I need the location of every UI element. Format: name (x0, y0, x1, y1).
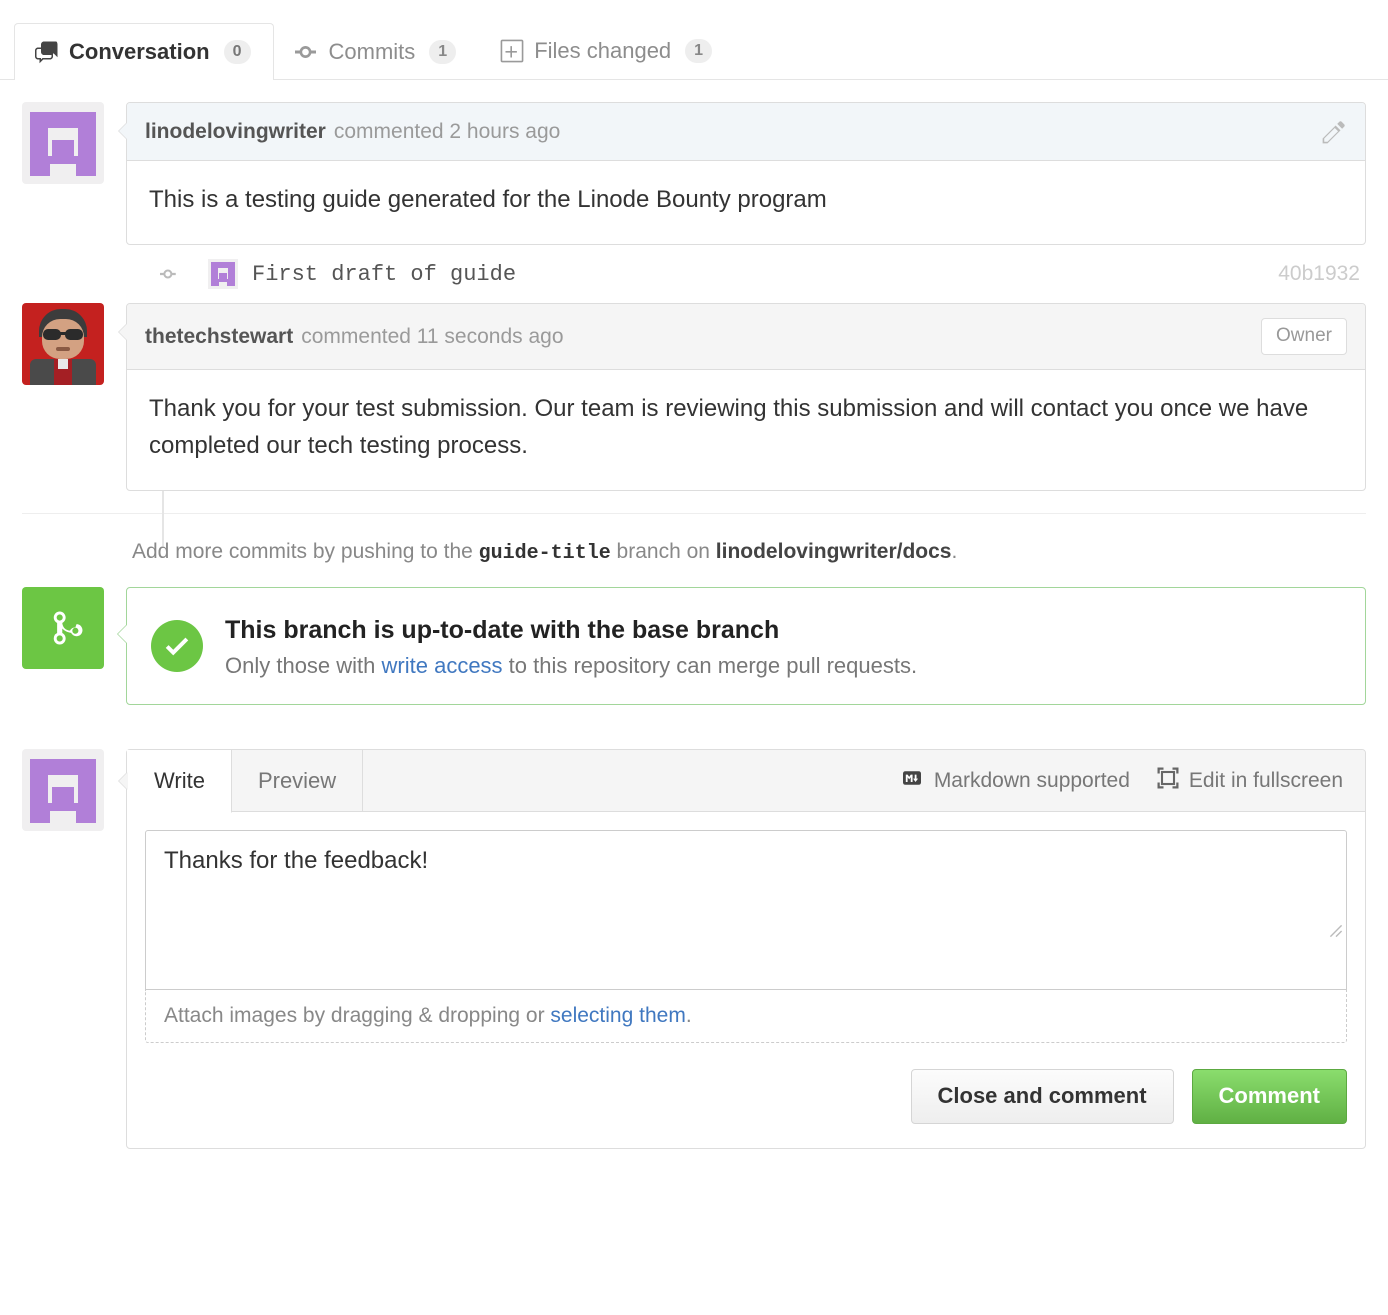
timeline-comment-2: thetechstewart commented 11 seconds ago … (22, 303, 1366, 491)
comment-form-tabs: Write Preview Markdown supported (127, 750, 1365, 812)
comment-body: Thank you for your test submission. Our … (127, 370, 1365, 490)
comment-card: linodelovingwriter commented 2 hours ago… (126, 102, 1366, 245)
comment-author[interactable]: linodelovingwriter (145, 120, 326, 144)
commit-sha[interactable]: 40b1932 (1278, 262, 1366, 286)
merge-status-title: This branch is up-to-date with the base … (225, 614, 917, 647)
tab-conversation-label: Conversation (69, 41, 210, 63)
avatar[interactable] (22, 303, 104, 385)
resize-grip-handle[interactable] (1329, 924, 1343, 938)
tab-write-label: Write (154, 768, 205, 794)
comment-discussion-icon (35, 40, 59, 64)
write-access-link[interactable]: write access (382, 653, 503, 678)
merge-status-box: This branch is up-to-date with the base … (126, 587, 1366, 705)
commit-author-avatar[interactable] (208, 259, 238, 289)
tab-write[interactable]: Write (127, 750, 232, 813)
edit-in-fullscreen-label: Edit in fullscreen (1189, 769, 1343, 793)
comment-input[interactable]: Thanks for the feedback! (145, 830, 1347, 990)
markdown-supported-link[interactable]: Markdown supported (899, 769, 1130, 793)
git-merge-icon (22, 587, 104, 669)
attach-images-hint: Attach images by dragging & dropping or … (145, 990, 1347, 1043)
tab-conversation[interactable]: Conversation 0 (14, 23, 274, 80)
pencil-icon[interactable] (1321, 119, 1347, 145)
comment-header: thetechstewart commented 11 seconds ago … (127, 304, 1365, 370)
comment-form-actions: Close and comment Comment (127, 1043, 1365, 1147)
comment-timestamp: commented 2 hours ago (334, 120, 560, 144)
pr-timeline: linodelovingwriter commented 2 hours ago… (0, 102, 1388, 1149)
merge-sub-suffix: to this repository can merge pull reques… (503, 653, 918, 678)
repo-name: linodelovingwriter/docs (716, 540, 952, 563)
comment-card: thetechstewart commented 11 seconds ago … (126, 303, 1366, 491)
timeline-comment-1: linodelovingwriter commented 2 hours ago… (22, 102, 1366, 245)
new-comment-form-row: Write Preview Markdown supported (22, 749, 1366, 1148)
tab-files-changed-label: Files changed (534, 40, 671, 62)
tab-conversation-count: 0 (224, 40, 251, 64)
branch-name: guide-title (479, 542, 611, 565)
timeline-commit-row: First draft of guide 40b1932 (152, 245, 1366, 303)
pull-request-tabnav: Conversation 0 Commits 1 Files changed 1 (0, 0, 1388, 80)
commit-message[interactable]: First draft of guide (252, 262, 516, 287)
markdown-supported-label: Markdown supported (934, 769, 1130, 793)
avatar[interactable] (22, 749, 104, 831)
edit-in-fullscreen-button[interactable]: Edit in fullscreen (1156, 766, 1343, 796)
tab-commits-count: 1 (429, 40, 456, 64)
tab-preview[interactable]: Preview (232, 749, 363, 812)
tab-commits-label: Commits (329, 41, 416, 63)
tab-commits[interactable]: Commits 1 (274, 23, 480, 80)
push-hint-middle: branch on (611, 540, 716, 563)
comment-header: linodelovingwriter commented 2 hours ago (127, 103, 1365, 161)
check-icon (151, 620, 203, 672)
push-hint-prefix: Add more commits by pushing to the (132, 540, 479, 563)
tab-files-changed-count: 1 (685, 39, 712, 63)
comment-author[interactable]: thetechstewart (145, 325, 293, 349)
merge-status-row: This branch is up-to-date with the base … (22, 587, 1366, 705)
merge-status-subtitle: Only those with write access to this rep… (225, 653, 917, 679)
tab-files-changed[interactable]: Files changed 1 (479, 21, 735, 80)
close-and-comment-button[interactable]: Close and comment (911, 1069, 1174, 1123)
tab-preview-label: Preview (258, 768, 336, 794)
selecting-them-link[interactable]: selecting them (550, 1004, 685, 1027)
comment-form: Write Preview Markdown supported (126, 749, 1366, 1148)
git-commit-dot-icon (152, 265, 186, 283)
git-commit-icon (295, 40, 319, 64)
comment-timestamp: commented 11 seconds ago (301, 325, 563, 349)
attach-suffix: . (686, 1004, 692, 1027)
comment-textarea-area: Thanks for the feedback! Attach images b… (127, 812, 1365, 1043)
status-badge: Owner (1261, 318, 1347, 355)
merge-sub-prefix: Only those with (225, 653, 382, 678)
diff-file-icon (500, 38, 524, 64)
push-commits-hint: Add more commits by pushing to the guide… (22, 514, 1366, 587)
comment-body: This is a testing guide generated for th… (127, 161, 1365, 244)
markdown-icon (899, 769, 925, 793)
comment-button[interactable]: Comment (1192, 1069, 1347, 1123)
comment-form-tools: Markdown supported Edit in fullscreen (899, 766, 1349, 796)
fullscreen-icon (1156, 766, 1180, 796)
push-hint-suffix: . (951, 540, 957, 563)
attach-prefix: Attach images by dragging & dropping or (164, 1004, 550, 1027)
avatar[interactable] (22, 102, 104, 184)
